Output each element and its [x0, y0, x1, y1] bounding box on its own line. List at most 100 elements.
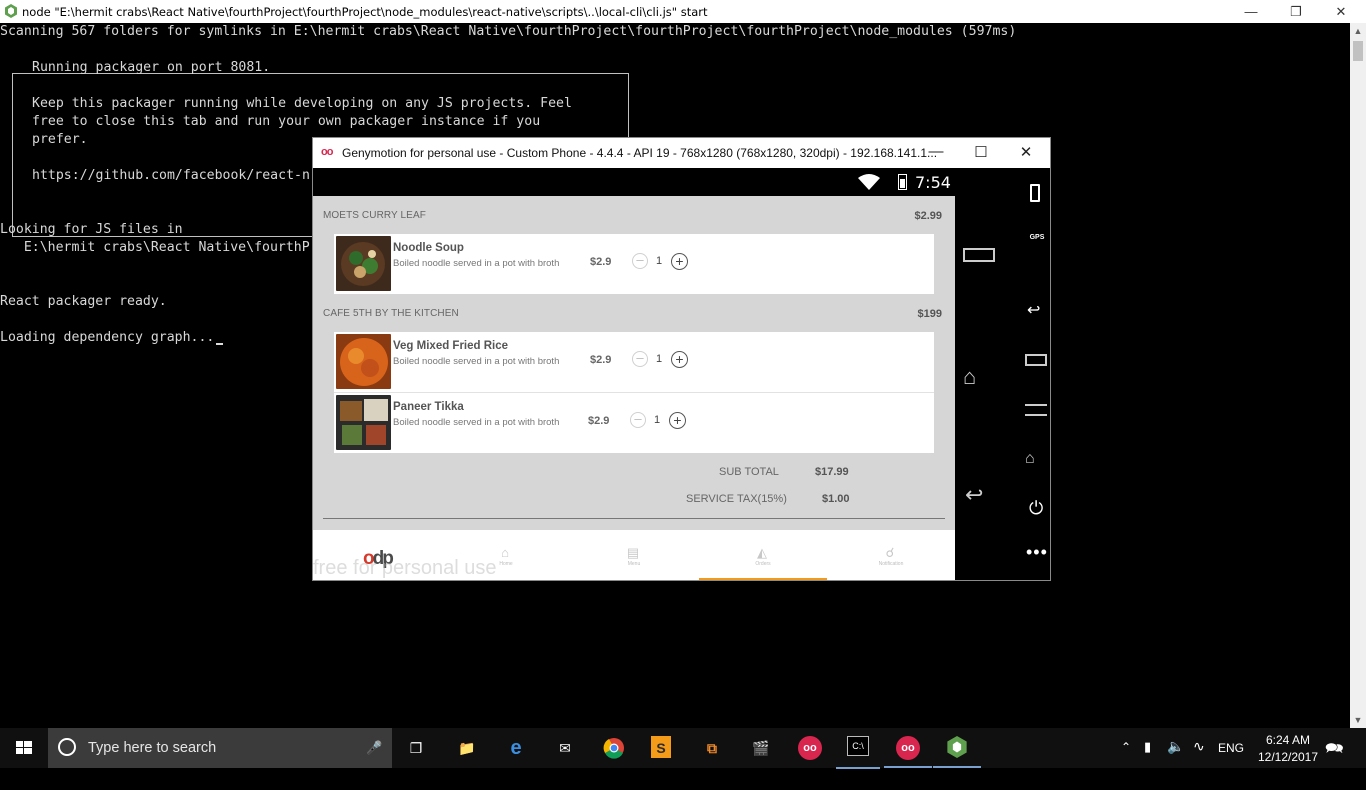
file-explorer-icon[interactable]: 📁 [455, 736, 479, 760]
restaurant-total: $2.99 [914, 210, 942, 222]
battery-tray-icon[interactable]: ▮ [1144, 739, 1151, 779]
tab-notification[interactable]: ☌ Notification [827, 530, 955, 580]
microphone-icon[interactable]: 🎤 [366, 740, 382, 756]
decrease-quantity-button[interactable]: – [632, 253, 648, 269]
battery-icon [898, 174, 907, 190]
tab-label: Notification [878, 561, 904, 567]
tab-label: Orders [755, 561, 771, 567]
scroll-down-icon[interactable]: ▼ [1350, 712, 1366, 728]
battery-widget-icon[interactable] [1030, 184, 1040, 202]
genymotion-titlebar: oo Genymotion for personal use - Custom … [313, 138, 1050, 167]
wifi-icon [858, 174, 880, 190]
back-arrow-icon[interactable]: ↩ [965, 482, 983, 508]
console-titlebar: node "E:\hermit crabs\React Native\fourt… [0, 0, 1366, 23]
back-icon[interactable]: ↩ [1027, 300, 1040, 320]
item-price: $2.9 [588, 415, 610, 427]
item-quantity: 1 [654, 414, 661, 426]
order-card: Noodle Soup Boiled noodle served in a po… [334, 234, 934, 294]
increase-quantity-button[interactable]: + [671, 351, 688, 368]
genymotion-close-button[interactable]: ✕ [1011, 143, 1041, 161]
network-icon[interactable]: ∿ [1193, 738, 1205, 778]
windows-logo-icon [16, 741, 32, 754]
decrease-quantity-button[interactable]: – [632, 351, 648, 367]
genymotion-logo-icon: oo [321, 146, 333, 158]
action-center-icon[interactable]: 🗪 [1325, 738, 1344, 778]
status-clock: 7:54 [915, 173, 951, 192]
show-hidden-icons-icon[interactable]: ⌃ [1121, 740, 1131, 780]
console-line: Looking for JS files in [0, 222, 183, 237]
console-line: Running packager on port 8081. [32, 60, 271, 75]
menu-book-icon: ▤ [626, 545, 640, 560]
power-icon[interactable]: ⏻ [1029, 498, 1043, 519]
genymotion-minimize-button[interactable]: — [921, 143, 951, 160]
android-status-bar: 7:54 [313, 168, 955, 196]
minimize-button[interactable]: — [1228, 0, 1274, 23]
tab-orders[interactable]: ◭ Orders [699, 530, 827, 580]
chrome-icon[interactable] [602, 736, 626, 760]
edge-browser-icon[interactable]: e [504, 736, 528, 760]
mail-icon[interactable]: ✉ [553, 736, 577, 760]
more-options-icon[interactable]: ••• [1026, 542, 1048, 563]
sublime-text-icon[interactable]: S [651, 736, 671, 758]
summary-divider [323, 518, 945, 519]
console-line: E:\hermit crabs\React Native\fourthP [0, 240, 310, 255]
menu-icon[interactable] [1025, 404, 1047, 416]
tab-menu[interactable]: ▤ Menu [570, 530, 698, 580]
start-button[interactable] [0, 728, 48, 768]
restaurant-name: MOETS CURRY LEAF [323, 210, 426, 221]
text-cursor [216, 343, 223, 345]
home-outline-icon[interactable]: ⌂ [1025, 450, 1035, 468]
genymotion-player-icon[interactable]: oo [884, 736, 932, 768]
noodle-soup-image [336, 236, 391, 291]
task-view-icon[interactable]: ❐ [404, 736, 428, 760]
scrollbar-thumb[interactable] [1353, 41, 1363, 61]
movies-tv-icon[interactable]: 🎬 [749, 736, 773, 760]
genymotion-sidepanel: GPS ↩ ⌂ ⌂ ↩ ⏻ ••• [955, 168, 1050, 580]
genymotion-maximize-button[interactable]: ☐ [966, 143, 996, 161]
item-quantity: 1 [656, 353, 663, 365]
scroll-up-icon[interactable]: ▲ [1350, 23, 1366, 39]
item-quantity: 1 [656, 255, 663, 267]
console-line: free to close this tab and run your own … [32, 114, 541, 129]
close-button[interactable]: ✕ [1318, 0, 1364, 23]
order-item-row[interactable]: Paneer Tikka Boiled noodle served in a p… [334, 392, 934, 453]
cortana-icon [58, 738, 76, 756]
genymotion-taskbar-icon[interactable]: oo [798, 736, 822, 760]
paneer-tikka-image [336, 395, 391, 450]
subtotal-value: $17.99 [815, 466, 849, 478]
gps-widget-icon[interactable]: GPS [1023, 234, 1050, 241]
home-button-icon[interactable]: ⌂ [963, 364, 976, 390]
nodejs-icon [5, 4, 17, 18]
service-tax-label: SERVICE TAX(15%) [686, 493, 787, 505]
windows-taskbar: Type here to search 🎤 ❐ 📁 e ✉ S ⧉ 🎬 oo C… [0, 728, 1366, 769]
genymotion-window: oo Genymotion for personal use - Custom … [312, 137, 1051, 581]
console-line: React packager ready. [0, 294, 167, 309]
restaurant-name: CAFE 5TH BY THE KITCHEN [323, 308, 459, 319]
console-window-title: node "E:\hermit crabs\React Native\fourt… [22, 5, 708, 19]
visual-studio-icon[interactable]: ⧉ [700, 736, 724, 760]
tab-label: Menu [627, 561, 641, 567]
console-line: https://github.com/facebook/react-n [32, 168, 310, 183]
clock-date[interactable]: 12/12/2017 [1252, 750, 1324, 790]
nodejs-taskbar-icon[interactable] [933, 736, 981, 768]
bell-icon: ☌ [885, 545, 895, 560]
volume-icon[interactable]: 🔈 [1167, 738, 1184, 778]
taskbar-search[interactable]: Type here to search 🎤 [48, 728, 392, 768]
multitask-icon[interactable] [1025, 354, 1047, 366]
increase-quantity-button[interactable]: + [669, 412, 686, 429]
item-price: $2.9 [590, 256, 612, 268]
cloche-icon: ◭ [757, 545, 767, 560]
console-line: Loading dependency graph... [0, 330, 215, 345]
item-name: Veg Mixed Fried Rice [393, 340, 509, 352]
decrease-quantity-button[interactable]: – [630, 412, 646, 428]
increase-quantity-button[interactable]: + [671, 253, 688, 270]
subtotal-label: SUB TOTAL [719, 466, 779, 478]
console-line: Scanning 567 folders for symlinks in E:\… [0, 24, 1017, 39]
recent-apps-icon[interactable] [963, 248, 995, 262]
order-item-row[interactable]: Noodle Soup Boiled noodle served in a po… [334, 234, 934, 294]
order-item-row[interactable]: Veg Mixed Fried Rice Boiled noodle serve… [334, 332, 934, 392]
command-prompt-icon[interactable]: C:\ [836, 736, 880, 769]
restore-button[interactable]: ❐ [1273, 0, 1319, 23]
language-indicator[interactable]: ENG [1218, 741, 1244, 781]
console-scrollbar[interactable]: ▲ ▼ [1350, 23, 1366, 728]
